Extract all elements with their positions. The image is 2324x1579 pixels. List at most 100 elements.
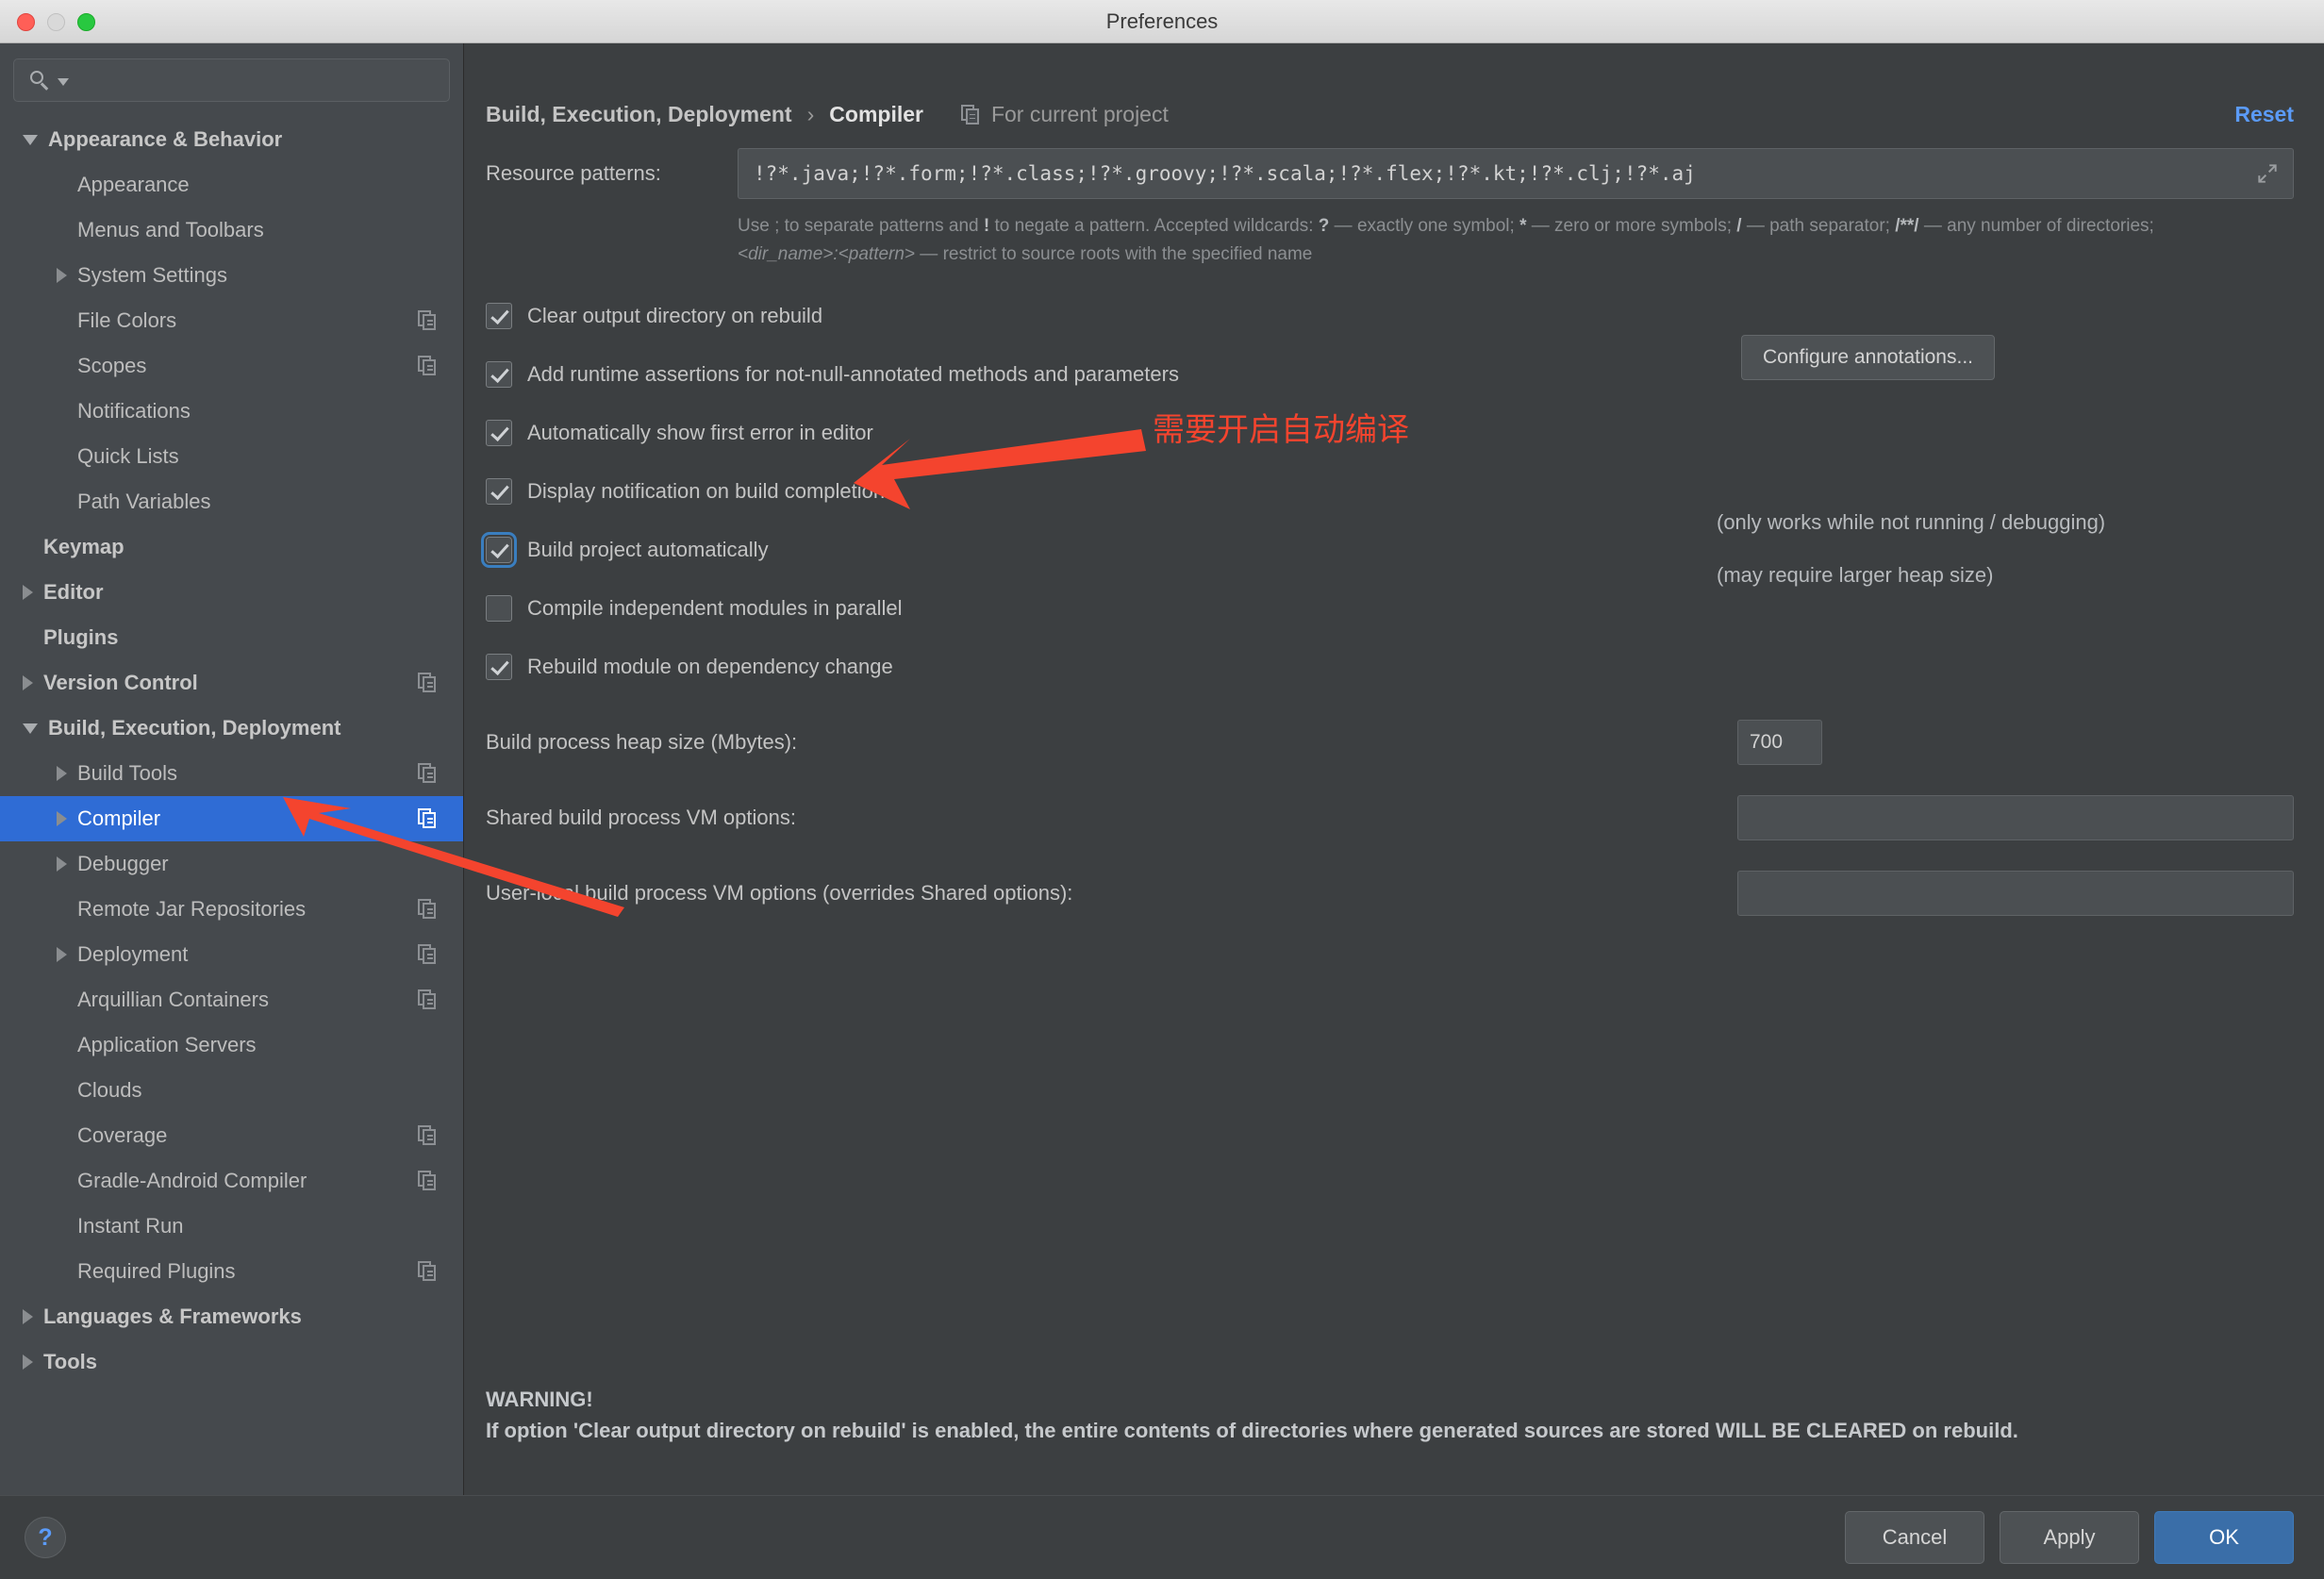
checkbox-icon[interactable] [481, 532, 517, 568]
resource-patterns-hint: Use ; to separate patterns and ! to nega… [738, 212, 2294, 269]
sidebar-search-wrap [0, 43, 463, 111]
zoom-button[interactable] [77, 12, 95, 31]
chevron-down-icon[interactable] [23, 134, 38, 145]
sidebar-item-appearance[interactable]: Appearance [0, 162, 463, 208]
expand-arrows-icon[interactable] [2255, 161, 2280, 186]
reset-link[interactable]: Reset [2234, 102, 2294, 127]
sidebar-item-appearance-behavior[interactable]: Appearance & Behavior [0, 117, 463, 162]
checkbox-icon[interactable] [486, 420, 512, 446]
sidebar-item-keymap[interactable]: Keymap [0, 524, 463, 570]
hint-star: * [1519, 216, 1527, 236]
sidebar-item-languages-frameworks[interactable]: Languages & Frameworks [0, 1294, 463, 1339]
chevron-right-icon[interactable] [57, 766, 67, 781]
checkbox-row-clear-output-directory-on-rebuild[interactable]: Clear output directory on rebuild [486, 293, 2324, 339]
sidebar-item-label: Required Plugins [77, 1259, 236, 1283]
sidebar-item-plugins[interactable]: Plugins [0, 615, 463, 660]
sidebar-item-label: Deployment [77, 942, 189, 966]
configure-annotations-button[interactable]: Configure annotations... [1741, 335, 1995, 380]
chevron-down-icon[interactable] [23, 723, 38, 734]
warning-body: If option 'Clear output directory on reb… [486, 1419, 2018, 1442]
checkbox-icon[interactable] [486, 478, 512, 505]
breadcrumb: Build, Execution, Deployment › Compiler … [465, 43, 2324, 127]
sidebar-item-notifications[interactable]: Notifications [0, 389, 463, 434]
sidebar-item-menus-and-toolbars[interactable]: Menus and Toolbars [0, 208, 463, 253]
footer-buttons: Cancel Apply OK [1845, 1511, 2294, 1564]
sidebar-item-editor[interactable]: Editor [0, 570, 463, 615]
ok-button[interactable]: OK [2154, 1511, 2294, 1564]
chevron-down-icon[interactable] [58, 78, 69, 86]
checkbox-row-rebuild-module-on-dependency-change[interactable]: Rebuild module on dependency change [486, 644, 2324, 690]
checkbox-row-add-runtime-assertions-for-not-null-annotated-methods-and-parameters[interactable]: Add runtime assertions for not-null-anno… [486, 352, 2324, 397]
sidebar-item-version-control[interactable]: Version Control [0, 660, 463, 706]
settings-sidebar: Appearance & Behavior Appearance Menus and… [0, 43, 464, 1495]
scope-indicator: For current project [960, 102, 1169, 127]
hint-part-7: — restrict to source roots with the spec… [915, 244, 1313, 264]
chevron-right-icon[interactable] [23, 585, 33, 600]
sidebar-item-deployment[interactable]: Deployment [0, 932, 463, 977]
sidebar-item-build-tools[interactable]: Build Tools [0, 751, 463, 796]
sidebar-item-label: Remote Jar Repositories [77, 897, 307, 921]
sidebar-item-label: Debugger [77, 852, 169, 875]
sidebar-item-application-servers[interactable]: Application Servers [0, 1022, 463, 1068]
sidebar-item-scopes[interactable]: Scopes [0, 343, 463, 389]
apply-button[interactable]: Apply [2000, 1511, 2139, 1564]
cancel-button[interactable]: Cancel [1845, 1511, 1984, 1564]
chevron-right-icon[interactable] [23, 1309, 33, 1324]
project-scope-icon [418, 310, 439, 331]
close-button[interactable] [17, 12, 35, 31]
compiler-options-list: Clear output directory on rebuild Add run… [465, 293, 2324, 690]
checkbox-icon[interactable] [486, 361, 512, 388]
sidebar-item-arquillian-containers[interactable]: Arquillian Containers [0, 977, 463, 1022]
chevron-right-icon[interactable] [57, 947, 67, 962]
sidebar-item-required-plugins[interactable]: Required Plugins [0, 1249, 463, 1294]
sidebar-item-path-variables[interactable]: Path Variables [0, 479, 463, 524]
sidebar-item-label: Path Variables [77, 490, 211, 513]
sidebar-item-build-execution-deployment[interactable]: Build, Execution, Deployment [0, 706, 463, 751]
chevron-right-icon[interactable] [57, 811, 67, 826]
sidebar-item-gradle-android-compiler[interactable]: Gradle-Android Compiler [0, 1158, 463, 1204]
note-build-automatically: (only works while not running / debuggin… [1717, 510, 2106, 534]
shared-vm-options-input[interactable] [1737, 795, 2294, 840]
resource-patterns-field[interactable]: !?*.java;!?*.form;!?*.class;!?*.groovy;!… [738, 148, 2294, 199]
sidebar-item-clouds[interactable]: Clouds [0, 1068, 463, 1113]
checkbox-icon[interactable] [486, 303, 512, 329]
checkbox-row-display-notification-on-build-completion[interactable]: Display notification on build completion [486, 469, 2324, 514]
heap-size-input[interactable] [1737, 720, 1822, 765]
sidebar-item-remote-jar-repositories[interactable]: Remote Jar Repositories [0, 887, 463, 932]
sidebar-item-file-colors[interactable]: File Colors [0, 298, 463, 343]
sidebar-item-label: Languages & Frameworks [43, 1305, 302, 1328]
minimize-button[interactable] [47, 12, 65, 31]
sidebar-item-coverage[interactable]: Coverage [0, 1113, 463, 1158]
chevron-right-icon[interactable] [57, 268, 67, 283]
sidebar-item-quick-lists[interactable]: Quick Lists [0, 434, 463, 479]
breadcrumb-current: Compiler [829, 102, 923, 126]
checkbox-icon[interactable] [486, 595, 512, 622]
sidebar-item-tools[interactable]: Tools [0, 1339, 463, 1385]
checkbox-label: Rebuild module on dependency change [527, 655, 893, 678]
chevron-right-icon[interactable] [23, 675, 33, 690]
project-scope-icon [418, 989, 439, 1010]
heap-size-label: Build process heap size (Mbytes): [486, 730, 798, 754]
sidebar-item-compiler[interactable]: Compiler [0, 796, 463, 841]
sidebar-item-debugger[interactable]: Debugger [0, 841, 463, 887]
chevron-right-icon[interactable] [57, 856, 67, 872]
sidebar-item-instant-run[interactable]: Instant Run [0, 1204, 463, 1249]
sidebar-item-label: Scopes [77, 354, 147, 377]
hint-part-3: — exactly one symbol; [1329, 216, 1520, 236]
search-input[interactable] [75, 69, 449, 91]
help-icon[interactable]: ? [25, 1517, 66, 1558]
search-box[interactable] [13, 58, 450, 102]
sidebar-item-system-settings[interactable]: System Settings [0, 253, 463, 298]
userlocal-vm-options-input[interactable] [1737, 871, 2294, 916]
checkbox-icon[interactable] [486, 654, 512, 680]
checkbox-row-compile-independent-modules-in-parallel[interactable]: Compile independent modules in parallel [486, 586, 2324, 631]
breadcrumb-parent[interactable]: Build, Execution, Deployment [486, 102, 792, 127]
sidebar-item-label: Compiler [77, 806, 161, 830]
hint-double-star: /**/ [1895, 216, 1919, 236]
chevron-right-icon[interactable] [23, 1355, 33, 1370]
